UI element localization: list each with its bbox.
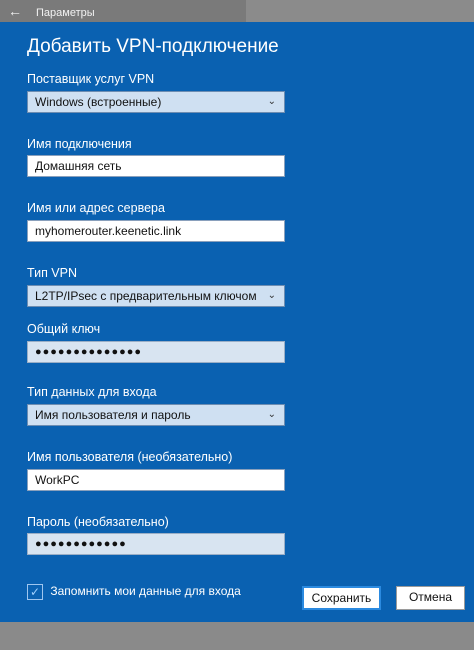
connection-name-value: Домашняя сеть <box>35 159 122 173</box>
back-arrow-icon[interactable]: ← <box>8 3 22 19</box>
vpn-type-label: Тип VPN <box>27 266 78 280</box>
shared-key-value: ●●●●●●●●●●●●●● <box>35 346 143 358</box>
username-input[interactable]: WorkPC <box>27 469 285 491</box>
save-button[interactable]: Сохранить <box>302 586 381 610</box>
checkmark-icon[interactable]: ✓ <box>27 584 43 600</box>
cancel-button[interactable]: Отмена <box>396 586 465 610</box>
add-vpn-dialog: Добавить VPN-подключение Поставщик услуг… <box>0 22 474 622</box>
vpn-provider-select[interactable]: Windows (встроенные) ⌄ <box>27 91 285 113</box>
vpn-provider-value: Windows (встроенные) <box>35 95 162 109</box>
vpn-type-select[interactable]: L2TP/IPsec с предварительным ключом ⌄ <box>27 285 285 307</box>
window-title: Параметры <box>36 7 95 19</box>
signin-type-select[interactable]: Имя пользователя и пароль ⌄ <box>27 404 285 426</box>
shared-key-label: Общий ключ <box>27 322 101 336</box>
chevron-down-icon: ⌄ <box>267 409 276 420</box>
password-label: Пароль (необязательно) <box>27 515 169 529</box>
signin-type-label: Тип данных для входа <box>27 385 157 399</box>
server-address-label: Имя или адрес сервера <box>27 201 165 215</box>
connection-name-input[interactable]: Домашняя сеть <box>27 155 285 177</box>
bottom-overlay <box>0 622 474 650</box>
chevron-down-icon: ⌄ <box>267 290 276 301</box>
chevron-down-icon: ⌄ <box>267 96 276 107</box>
server-address-input[interactable]: myhomerouter.keenetic.link <box>27 220 285 242</box>
remember-signin-label: Запомнить мои данные для входа <box>50 584 241 599</box>
vpn-type-value: L2TP/IPsec с предварительным ключом <box>35 289 257 303</box>
signin-type-value: Имя пользователя и пароль <box>35 408 191 422</box>
password-input[interactable]: ●●●●●●●●●●●● <box>27 533 285 555</box>
shared-key-input[interactable]: ●●●●●●●●●●●●●● <box>27 341 285 363</box>
password-value: ●●●●●●●●●●●● <box>35 538 127 550</box>
dialog-heading: Добавить VPN-подключение <box>27 36 279 57</box>
username-value: WorkPC <box>35 473 80 487</box>
server-address-value: myhomerouter.keenetic.link <box>35 224 182 238</box>
connection-name-label: Имя подключения <box>27 137 132 151</box>
remember-signin-checkbox[interactable]: ✓ Запомнить мои данные для входа <box>27 584 241 600</box>
vpn-provider-label: Поставщик услуг VPN <box>27 72 155 86</box>
username-label: Имя пользователя (необязательно) <box>27 450 233 464</box>
